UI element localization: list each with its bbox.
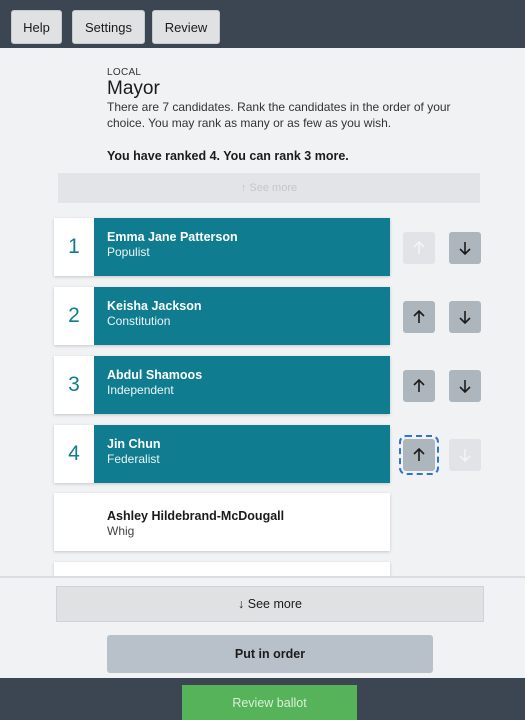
arrow-up-icon (413, 310, 425, 323)
arrow-down-icon (459, 380, 471, 393)
arrow-down-icon (459, 242, 471, 255)
contest-instructions: There are 7 candidates. Rank the candida… (107, 100, 451, 130)
candidate-party: Constitution (107, 314, 171, 328)
unranked-candidate-partial[interactable] (54, 562, 390, 576)
review-button[interactable]: Review (152, 10, 220, 44)
contest-type: LOCAL (107, 67, 142, 78)
move-up-button[interactable] (399, 435, 439, 475)
candidate-info: Abdul Shamoos Independent (94, 356, 390, 414)
put-in-order-button[interactable]: Put in order (107, 635, 433, 673)
move-up-button[interactable] (403, 232, 435, 264)
candidate-name: Abdul Shamoos (107, 368, 203, 382)
move-down-button[interactable] (449, 232, 481, 264)
settings-button[interactable]: Settings (72, 10, 145, 44)
move-down-button[interactable] (449, 370, 481, 402)
review-ballot-button[interactable]: Review ballot (182, 685, 357, 720)
arrow-up-icon (413, 241, 425, 254)
rank-status: You have ranked 4. You can rank 3 more. (107, 149, 349, 163)
ranked-candidate-2[interactable]: 2 Keisha Jackson Constitution (54, 287, 390, 345)
arrow-up-icon (413, 448, 425, 461)
move-up-button[interactable] (403, 370, 435, 402)
see-more-top-button[interactable]: ↑ See more (58, 173, 480, 203)
candidate-party: Populist (107, 245, 150, 259)
contest-title: Mayor (107, 78, 160, 99)
see-more-button[interactable]: ↓ See more (56, 586, 484, 622)
arrow-up-icon (413, 379, 425, 392)
rank-number: 2 (54, 287, 94, 345)
rank-number: 3 (54, 356, 94, 414)
rank-number: 1 (54, 218, 94, 276)
candidate-info: Emma Jane Patterson Populist (94, 218, 390, 276)
rank-number: 4 (54, 425, 94, 483)
arrow-down-icon (459, 311, 471, 324)
candidate-name: Jin Chun (107, 437, 161, 451)
candidate-party: Independent (107, 383, 174, 397)
candidate-info: Keisha Jackson Constitution (94, 287, 390, 345)
unranked-candidate[interactable]: Ashley Hildebrand-McDougall Whig (54, 493, 390, 551)
move-up-button[interactable] (403, 301, 435, 333)
candidate-info: Jin Chun Federalist (94, 425, 390, 483)
candidate-party: Whig (107, 524, 135, 538)
candidate-name: Keisha Jackson (107, 299, 202, 313)
arrow-down-icon (459, 449, 471, 462)
candidate-name: Emma Jane Patterson (107, 230, 238, 244)
candidate-name: Ashley Hildebrand-McDougall (107, 509, 285, 523)
candidate-party: Federalist (107, 452, 160, 466)
move-down-button[interactable] (449, 439, 481, 471)
ranked-candidate-1[interactable]: 1 Emma Jane Patterson Populist (54, 218, 390, 276)
help-button[interactable]: Help (11, 10, 62, 44)
move-down-button[interactable] (449, 301, 481, 333)
ranked-candidate-3[interactable]: 3 Abdul Shamoos Independent (54, 356, 390, 414)
ranked-candidate-4[interactable]: 4 Jin Chun Federalist (54, 425, 390, 483)
